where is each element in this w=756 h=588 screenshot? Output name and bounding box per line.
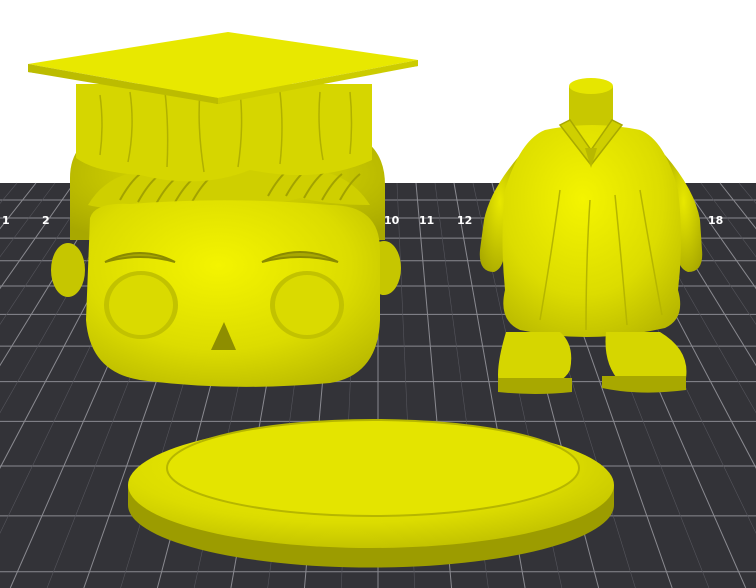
bed-label: 11 xyxy=(419,214,434,227)
build-plate-scene[interactable]: 1 2 10 11 12 18 xyxy=(0,0,756,588)
bed-label: 12 xyxy=(457,214,472,227)
bed-label: 18 xyxy=(708,214,723,227)
bed-label: 2 xyxy=(42,214,50,227)
slicer-3d-viewport[interactable]: 1 2 10 11 12 18 xyxy=(0,0,756,588)
bed-label: 1 xyxy=(2,214,10,227)
bed-label: 10 xyxy=(384,214,400,227)
model-base-plate[interactable] xyxy=(128,419,614,568)
